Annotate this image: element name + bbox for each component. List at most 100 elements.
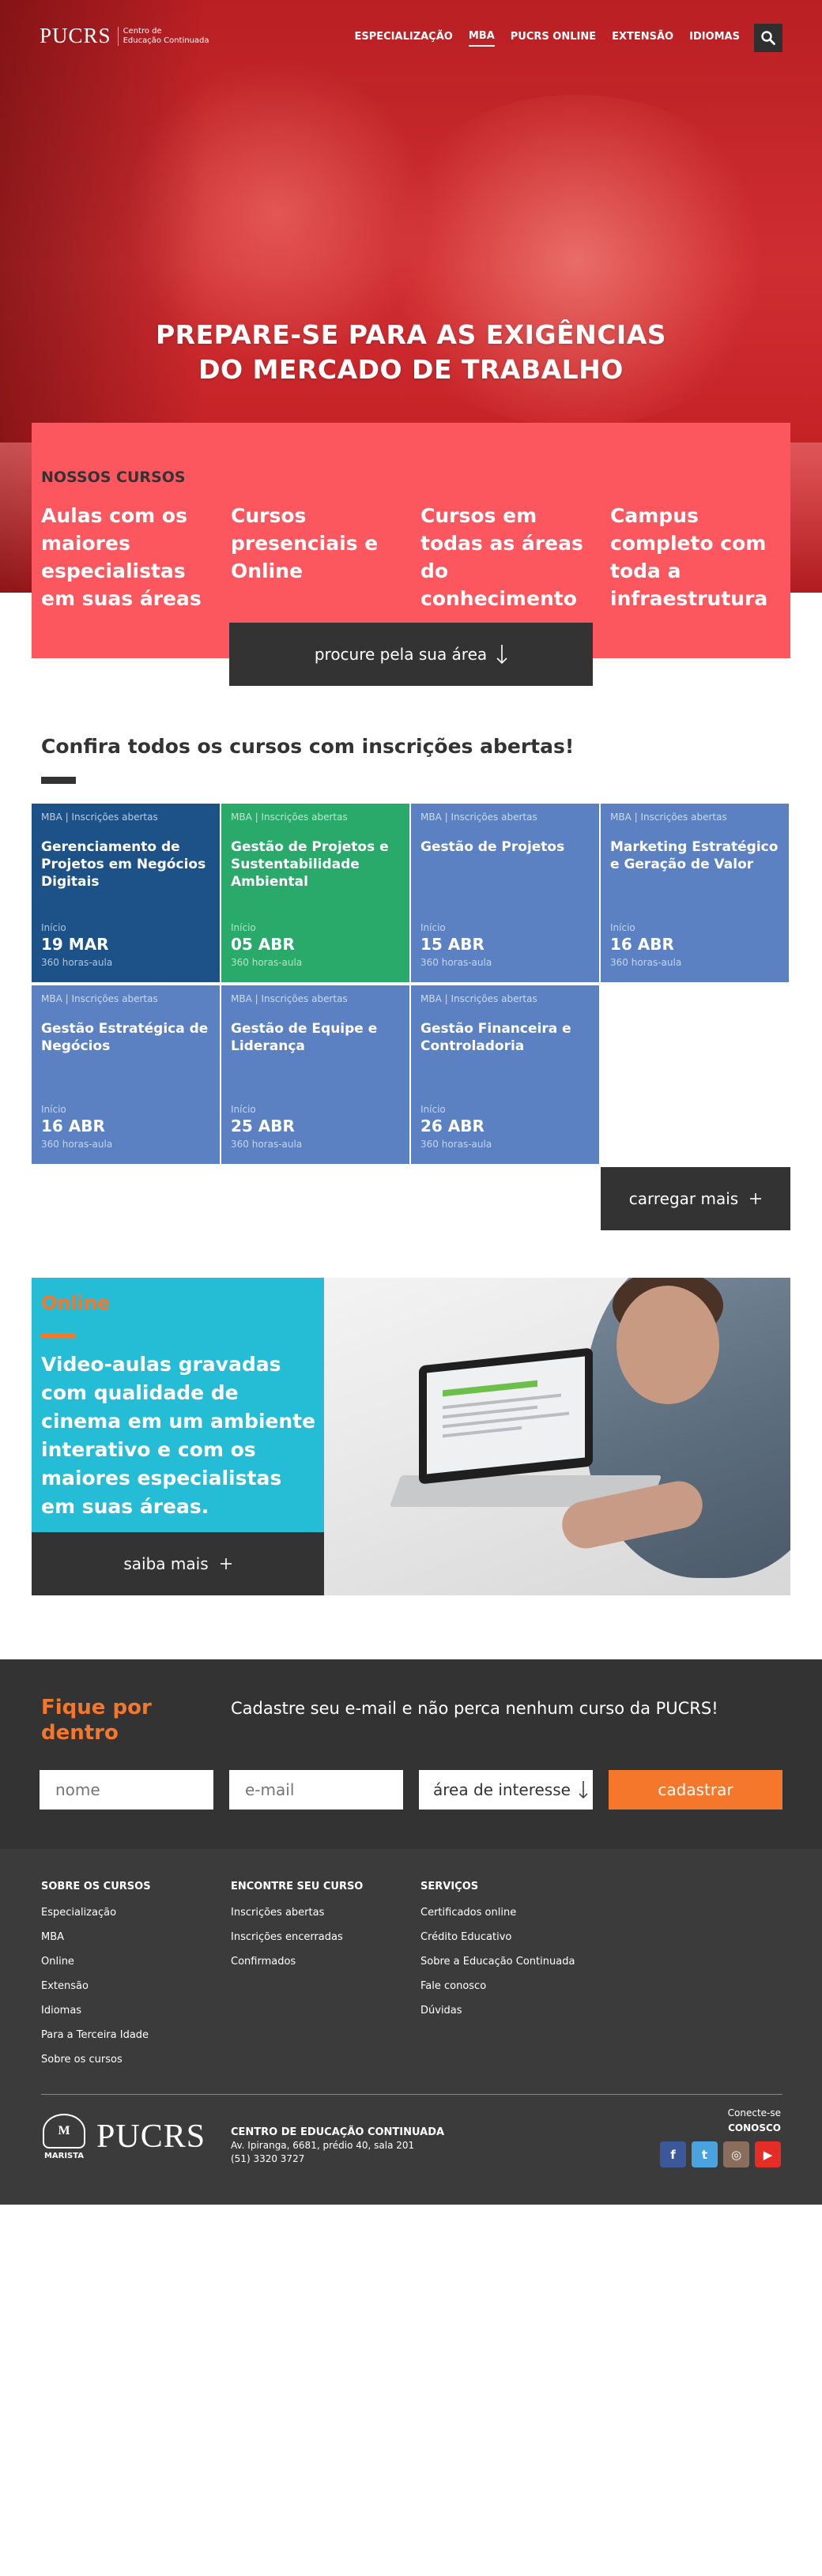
nav-item-pucrs-online[interactable]: PUCRS ONLINE — [511, 31, 596, 46]
course-card-hours: 360 horas-aula — [231, 1139, 303, 1150]
course-card-meta: MBA | Inscrições abertas — [41, 812, 158, 823]
connect-label: Conecte-se CONOSCO — [728, 2106, 781, 2136]
footer-link-especializacao[interactable]: Especialização — [41, 1907, 151, 1919]
site-footer: SOBRE OS CURSOS Especialização MBA Onlin… — [0, 1849, 822, 2205]
load-more-label: carregar mais — [628, 1189, 739, 1208]
course-card-title: Gerenciamento de Projetos em Negócios Di… — [41, 839, 206, 890]
interest-area-label: área de interesse — [433, 1780, 571, 1799]
course-card-start-label: Início — [610, 922, 635, 933]
footer-link-credito[interactable]: Crédito Educativo — [420, 1931, 575, 1943]
logo-subtitle: Centro de Educação Continuada — [117, 26, 209, 46]
footer-column-about: SOBRE OS CURSOS Especialização MBA Onlin… — [41, 1881, 151, 2078]
open-courses-title: Confira todos os cursos com inscrições a… — [41, 735, 575, 758]
course-card-date: 16 ABR — [610, 935, 674, 954]
interest-area-select[interactable]: área de interesse — [419, 1770, 593, 1810]
footer-heading: SERVIÇOS — [420, 1881, 479, 1892]
marista-label: MARISTA — [43, 2152, 85, 2160]
course-card-hours: 360 horas-aula — [420, 957, 492, 968]
online-photo — [324, 1278, 790, 1595]
course-card-hours: 360 horas-aula — [41, 1139, 113, 1150]
footer-link-idiomas[interactable]: Idiomas — [41, 2005, 151, 2017]
course-card[interactable]: MBA | Inscrições abertas Gestão Estratégi… — [32, 985, 220, 1164]
course-card[interactable]: MBA | Inscrições abertas Gestão de Projet… — [411, 804, 599, 982]
name-input[interactable] — [40, 1770, 213, 1810]
course-card-title: Gestão Financeira e Controladoria — [420, 1021, 571, 1054]
marista-emblem-icon: M — [43, 2114, 85, 2149]
logo-subtitle-line1: Centro de — [123, 26, 162, 36]
plus-icon — [750, 1193, 762, 1204]
youtube-icon[interactable]: ▶ — [755, 2141, 781, 2167]
subscribe-button[interactable]: cadastrar — [609, 1770, 782, 1810]
email-input[interactable] — [229, 1770, 403, 1810]
photo-laptop-display — [427, 1356, 585, 1474]
learn-more-button[interactable]: saiba mais — [32, 1532, 324, 1595]
course-card[interactable]: MBA | Inscrições abertas Gestão Financeir… — [411, 985, 599, 1164]
footer-link-terceira-idade[interactable]: Para a Terceira Idade — [41, 2029, 151, 2041]
footer-heading: SOBRE OS CURSOS — [41, 1881, 151, 1892]
online-promo: Online Video-aulas gravadas com qualidad… — [32, 1278, 324, 1532]
course-card-meta: MBA | Inscrições abertas — [41, 993, 158, 1004]
course-card[interactable]: MBA | Inscrições abertas Marketing Estrat… — [601, 804, 789, 982]
course-card-hours: 360 horas-aula — [231, 957, 303, 968]
course-card-meta: MBA | Inscrições abertas — [231, 812, 348, 823]
footer-link-duvidas[interactable]: Dúvidas — [420, 2005, 575, 2017]
course-card[interactable]: MBA | Inscrições abertas Gestão de Equipe… — [221, 985, 409, 1164]
course-card-meta: MBA | Inscrições abertas — [231, 993, 348, 1004]
footer-link-certificados[interactable]: Certificados online — [420, 1907, 575, 1919]
search-button[interactable] — [754, 24, 782, 52]
course-card-hours: 360 horas-aula — [610, 957, 682, 968]
feature-presential-online: Cursos presenciais e Online — [231, 504, 379, 582]
course-card-date: 26 ABR — [420, 1117, 485, 1135]
plus-icon — [220, 1558, 232, 1569]
logo-subtitle-line2: Educação Continuada — [123, 36, 209, 45]
pucrs-logo[interactable]: PUCRS Centro de Educação Continuada — [40, 24, 209, 48]
course-card-title: Marketing Estratégico e Geração de Valor — [610, 839, 779, 872]
course-card-title: Gestão de Projetos e Sustentabilidade Am… — [231, 839, 389, 890]
course-card-start-label: Início — [420, 922, 446, 933]
feature-specialists: Aulas com os maiores especialistas em su… — [41, 504, 202, 610]
footer-link-online[interactable]: Online — [41, 1956, 151, 1968]
courses-panel: NOSSOS CURSOS Aulas com os maiores espec… — [32, 423, 790, 686]
nav-item-mba[interactable]: MBA — [468, 30, 495, 47]
load-more-button[interactable]: carregar mais — [601, 1167, 790, 1230]
online-rule — [41, 1333, 76, 1339]
nav-item-especializacao[interactable]: ESPECIALIZAÇÃO — [354, 31, 452, 46]
course-card[interactable]: MBA | Inscrições abertas Gerenciamento de… — [32, 804, 220, 982]
footer-link-sobre-cursos[interactable]: Sobre os cursos — [41, 2054, 151, 2066]
find-by-area-button[interactable]: procure pela sua área — [229, 623, 593, 686]
footer-link-mba[interactable]: MBA — [41, 1931, 151, 1943]
footer-column-services: SERVIÇOS Certificados online Crédito Edu… — [420, 1881, 575, 2029]
marista-logo: M MARISTA — [41, 2114, 87, 2160]
facebook-icon[interactable]: f — [660, 2141, 686, 2167]
find-by-area-label: procure pela sua área — [314, 645, 488, 664]
course-card-hours: 360 horas-aula — [41, 957, 113, 968]
nav-item-extensao[interactable]: EXTENSÃO — [612, 31, 673, 46]
photo-laptop-line — [443, 1393, 561, 1410]
course-card-date: 05 ABR — [231, 935, 295, 954]
footer-link-extensao[interactable]: Extensão — [41, 1980, 151, 1992]
newsletter-description: Cadastre seu e-mail e não perca nenhum c… — [231, 1699, 718, 1718]
newsletter-title-line1: Fique por — [41, 1696, 152, 1719]
footer-heading: ENCONTRE SEU CURSO — [231, 1881, 364, 1892]
photo-person-head — [616, 1286, 719, 1404]
course-card[interactable]: MBA | Inscrições abertas Gestão de Projet… — [221, 804, 409, 982]
photo-laptop-screen — [419, 1347, 593, 1485]
footer-link-sobre-educacao[interactable]: Sobre a Educação Continuada — [420, 1956, 575, 1968]
newsletter-title-line2: dentro — [41, 1721, 119, 1745]
footer-divider — [41, 2094, 782, 2095]
course-card-date: 16 ABR — [41, 1117, 105, 1135]
footer-link-inscricoes-abertas[interactable]: Inscrições abertas — [231, 1907, 363, 1919]
course-card-hours: 360 horas-aula — [420, 1139, 492, 1150]
nav-item-idiomas[interactable]: IDIOMAS — [689, 31, 740, 46]
twitter-icon[interactable]: t — [692, 2141, 718, 2167]
footer-link-inscricoes-encerradas[interactable]: Inscrições encerradas — [231, 1931, 363, 1943]
footer-link-fale-conosco[interactable]: Fale conosco — [420, 1980, 575, 1992]
footer-link-confirmados[interactable]: Confirmados — [231, 1956, 363, 1968]
instagram-icon[interactable]: ◎ — [723, 2141, 749, 2167]
course-card-meta: MBA | Inscrições abertas — [420, 993, 537, 1004]
feature-campus: Campus completo com toda a infraestrutur… — [610, 504, 768, 610]
address-phone: (51) 3320 3727 — [231, 2153, 305, 2164]
online-kicker: Online — [41, 1292, 111, 1314]
logo-wordmark: PUCRS — [40, 24, 111, 47]
course-card-meta: MBA | Inscrições abertas — [610, 812, 727, 823]
